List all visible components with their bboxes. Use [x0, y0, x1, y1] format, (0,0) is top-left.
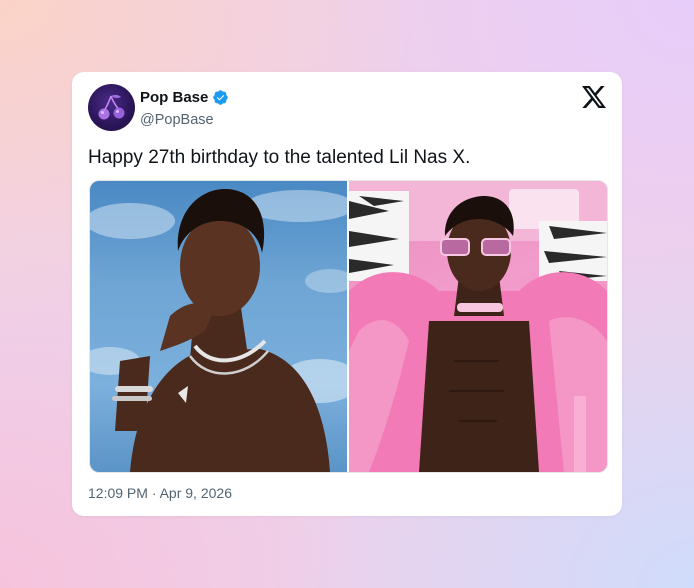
media-grid[interactable] [89, 180, 608, 473]
photo-portrait-pink-fur[interactable] [349, 181, 607, 472]
avatar[interactable] [88, 84, 135, 131]
author-handle[interactable]: @PopBase [140, 112, 214, 128]
tweet-text: Happy 27th birthday to the talented Lil … [88, 147, 471, 168]
verified-badge-icon [212, 89, 229, 106]
cherry-logo-icon [98, 94, 125, 120]
tweet-timestamp[interactable]: 12:09 PM · Apr 9, 2026 [88, 485, 232, 501]
tweet-card[interactable]: Pop Base @PopBase Happy 27th birthday to… [72, 72, 622, 516]
portrait-sky-illustration [90, 189, 347, 472]
x-logo-icon[interactable] [582, 86, 606, 108]
photo-portrait-sky[interactable] [90, 181, 347, 472]
portrait-pink-fur-illustration [349, 181, 607, 472]
display-name[interactable]: Pop Base [140, 89, 208, 106]
author-name-row[interactable]: Pop Base [140, 89, 229, 106]
